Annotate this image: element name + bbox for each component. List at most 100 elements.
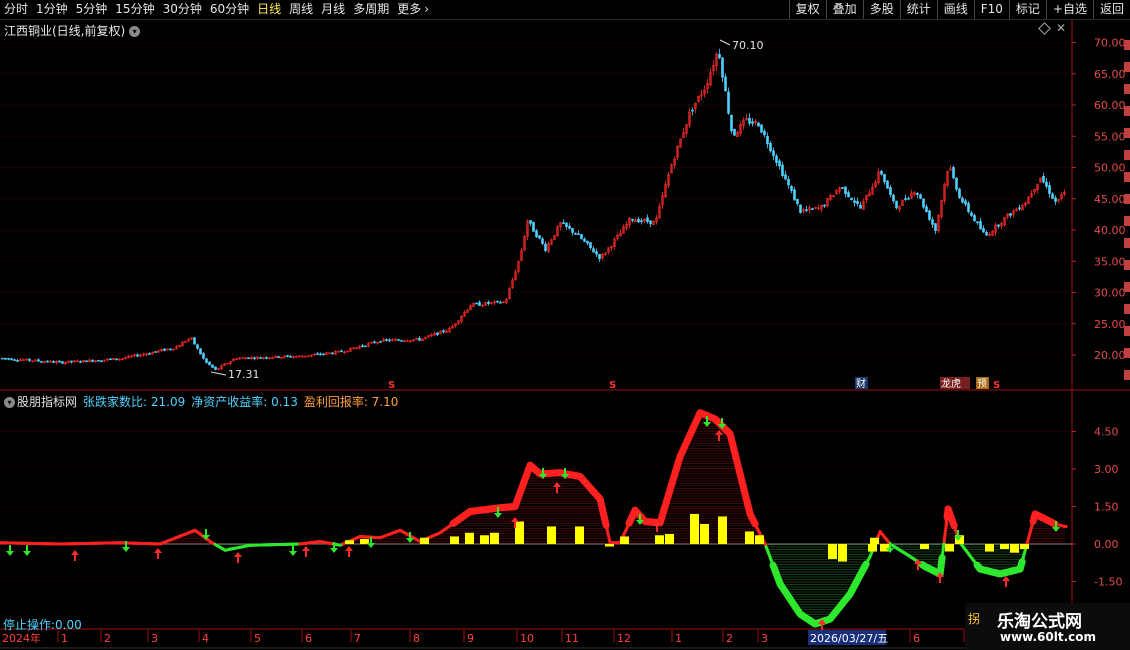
indicator-name[interactable]: 股朋指标网	[17, 395, 77, 409]
candle-body	[973, 215, 976, 222]
candle-body	[967, 203, 970, 213]
candle-body	[934, 223, 937, 231]
candle-body	[790, 186, 793, 191]
candle-body	[724, 76, 727, 92]
candle-body	[100, 360, 103, 363]
candle-body	[301, 355, 304, 358]
candle-body	[955, 177, 958, 190]
candle-body	[277, 356, 280, 358]
candle-body	[61, 361, 64, 364]
candle-body	[637, 218, 640, 223]
candle-body	[496, 300, 499, 303]
candle-body	[1045, 181, 1048, 187]
event-marker-s: S	[388, 380, 395, 391]
indicator-bar	[755, 535, 764, 544]
indicator-bar	[870, 537, 879, 544]
candle-body	[319, 353, 322, 356]
indicator-field1-value: 21.09	[150, 395, 186, 409]
candle-body	[28, 358, 31, 361]
axis-edge-fragment	[1124, 150, 1130, 160]
timeline-month: 3	[761, 632, 768, 645]
candle-body	[331, 352, 334, 355]
axis-edge-fragment	[1124, 40, 1130, 50]
price-tick-label: 65.00	[1094, 68, 1126, 81]
timeline-month: 11	[565, 632, 579, 645]
candle-body	[892, 194, 895, 202]
kline-chart[interactable]: 70.0065.0060.0055.0050.0045.0040.0035.00…	[0, 0, 1130, 650]
axis-edge-fragment	[1124, 62, 1130, 72]
candle-body	[199, 348, 202, 355]
candle-body	[646, 217, 649, 222]
candle-body	[418, 337, 421, 341]
candle-body	[970, 212, 973, 216]
candle-body	[70, 360, 73, 363]
candle-body	[916, 193, 919, 195]
candle-body	[487, 302, 490, 304]
indicator-field1: 张跌家数比: 21.09	[83, 395, 185, 409]
indicator-tick-label: 3.00	[1094, 463, 1119, 476]
candle-body	[751, 121, 754, 124]
candle-body	[214, 366, 217, 370]
candle-body	[598, 254, 601, 260]
candle-body	[853, 200, 856, 203]
candle-body	[763, 130, 766, 136]
candle-body	[58, 360, 61, 363]
candle-body	[565, 222, 568, 228]
timeline-month: 5	[254, 632, 261, 645]
candle-body	[562, 222, 565, 225]
candle-body	[778, 160, 781, 167]
candle-body	[883, 173, 886, 183]
timeline-month: 6	[305, 632, 312, 645]
candle-body	[979, 220, 982, 230]
candle-body	[649, 220, 652, 225]
candle-body	[589, 242, 592, 249]
indicator-tick-label: 1.50	[1094, 501, 1119, 514]
candle-body	[727, 91, 730, 114]
indicator-bar	[620, 536, 629, 544]
timeline-month: 6	[913, 632, 920, 645]
candle-body	[997, 224, 1000, 227]
candle-body	[961, 197, 964, 203]
timeline-month: 8	[413, 632, 420, 645]
arrow-down-icon	[6, 545, 14, 556]
candle-body	[859, 204, 862, 209]
arrow-up-icon	[154, 548, 162, 559]
candle-body	[1, 357, 4, 360]
candle-body	[91, 359, 94, 362]
candle-body	[541, 238, 544, 244]
candle-body	[781, 164, 784, 176]
axis-edge-fragment	[1124, 370, 1130, 380]
event-marker-forecast: 预	[977, 378, 987, 390]
candle-body	[847, 192, 850, 198]
candle-body	[154, 351, 157, 353]
candle-body	[442, 330, 445, 333]
candle-body	[805, 209, 808, 211]
timeline-month: 1	[61, 632, 68, 645]
price-tick-label: 20.00	[1094, 349, 1126, 362]
candle-body	[775, 155, 778, 163]
candle-body	[784, 174, 787, 180]
candle-body	[595, 251, 598, 255]
watermark: 拐 乐淘公式网 www.60lt.com	[965, 603, 1130, 650]
candle-body	[400, 340, 403, 342]
event-marker-dragon: 龙虎	[941, 377, 961, 390]
candle-body	[1054, 197, 1057, 202]
candle-body	[205, 358, 208, 363]
indicator-bar	[920, 544, 929, 549]
candle-body	[208, 361, 211, 366]
chevron-down-icon[interactable]: ▾	[4, 397, 15, 408]
candle-body	[136, 354, 139, 357]
candle-body	[361, 345, 364, 348]
candle-body	[259, 357, 262, 359]
timeline-month: 3	[151, 632, 158, 645]
price-tick-label: 25.00	[1094, 318, 1126, 331]
indicator-bar	[985, 544, 994, 552]
candle-body	[583, 238, 586, 242]
timeline-year: 2024年	[2, 631, 41, 645]
candle-body	[340, 350, 343, 353]
arrow-up-icon	[234, 552, 242, 563]
candle-body	[748, 117, 751, 124]
candle-body	[79, 361, 82, 363]
candle-body	[766, 135, 769, 145]
event-marker-s: S	[993, 380, 1000, 391]
